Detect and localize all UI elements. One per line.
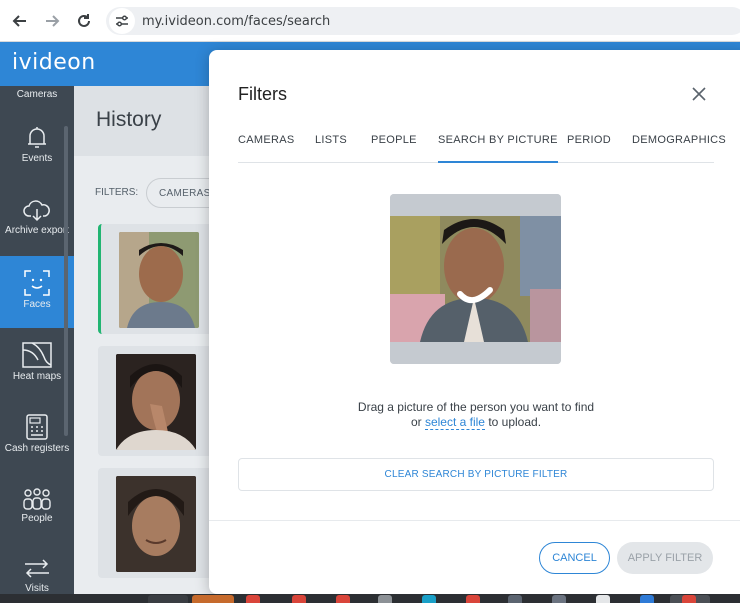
os-taskbar bbox=[0, 594, 740, 603]
select-file-link[interactable]: select a file bbox=[424, 415, 485, 430]
face-thumbnail bbox=[119, 232, 199, 328]
sidebar-item-events[interactable]: Events bbox=[0, 126, 74, 178]
face-card[interactable] bbox=[98, 224, 218, 334]
sidebar-item-archive-export[interactable]: Archive export bbox=[0, 198, 74, 250]
taskbar-app-icon[interactable] bbox=[246, 595, 260, 603]
tab-people[interactable]: PEOPLE bbox=[371, 134, 417, 163]
sidebar-item-label: Visits bbox=[25, 583, 49, 594]
close-icon[interactable] bbox=[687, 82, 711, 106]
tab-search-by-picture[interactable]: SEARCH BY PICTURE bbox=[438, 134, 558, 163]
reload-icon[interactable] bbox=[73, 10, 95, 32]
people-icon bbox=[23, 488, 51, 510]
taskbar-app-icon[interactable] bbox=[422, 595, 436, 603]
visits-arrows-icon bbox=[25, 559, 49, 578]
sidebar-item-label: Faces bbox=[23, 299, 51, 310]
sidebar: Cameras Events Archive export Faces Heat… bbox=[0, 86, 74, 603]
taskbar-app-icon[interactable] bbox=[148, 595, 188, 603]
taskbar-app-icon[interactable] bbox=[596, 595, 610, 603]
taskbar-app-icon[interactable] bbox=[508, 595, 522, 603]
face-card[interactable] bbox=[98, 468, 218, 578]
taskbar-app-icon[interactable] bbox=[552, 595, 566, 603]
face-card[interactable] bbox=[98, 346, 218, 456]
sidebar-item-label: Cameras bbox=[16, 89, 58, 100]
dialog-title: Filters bbox=[238, 84, 287, 104]
browser-toolbar: my.ivideon.com/faces/search bbox=[0, 0, 740, 42]
drag-hint-line-1: Drag a picture of the person you want to… bbox=[357, 400, 595, 414]
face-thumbnail bbox=[116, 354, 196, 450]
taskbar-app-icon[interactable] bbox=[466, 595, 480, 603]
taskbar-app-icon[interactable] bbox=[192, 595, 234, 603]
sidebar-item-faces[interactable]: Faces bbox=[0, 256, 74, 328]
sidebar-item-heat-maps[interactable]: Heat maps bbox=[0, 342, 74, 394]
tab-lists[interactable]: LISTS bbox=[315, 134, 347, 163]
dialog-footer-divider bbox=[209, 520, 740, 521]
tab-period[interactable]: PERIOD bbox=[567, 134, 611, 163]
sidebar-item-cameras[interactable]: Cameras bbox=[0, 86, 74, 106]
bell-icon bbox=[28, 127, 46, 148]
face-scan-icon bbox=[24, 270, 50, 296]
tab-demographics[interactable]: DEMOGRAPHICS bbox=[632, 134, 726, 163]
filter-tabs: CAMERAS LISTS PEOPLE SEARCH BY PICTURE P… bbox=[238, 134, 726, 163]
taskbar-app-icon[interactable] bbox=[336, 595, 350, 603]
url-text: my.ivideon.com/faces/search bbox=[142, 13, 331, 29]
sidebar-item-label: Heat maps bbox=[12, 371, 62, 382]
face-thumbnail bbox=[116, 476, 196, 572]
address-bar[interactable]: my.ivideon.com/faces/search bbox=[106, 7, 740, 35]
sidebar-item-label: Events bbox=[21, 153, 53, 164]
taskbar-app-icon[interactable] bbox=[292, 595, 306, 603]
sidebar-item-label: Cash registers bbox=[4, 443, 70, 454]
heat-map-icon bbox=[22, 342, 52, 368]
site-settings-icon[interactable] bbox=[109, 8, 135, 34]
sidebar-scrollbar[interactable] bbox=[64, 126, 68, 436]
apply-filter-button[interactable]: APPLY FILTER bbox=[617, 542, 713, 574]
filters-dialog: Filters CAMERAS LISTS PEOPLE SEARCH BY P… bbox=[209, 50, 740, 594]
app-logo[interactable]: ivideon bbox=[12, 50, 96, 75]
cash-register-icon bbox=[26, 414, 48, 440]
sidebar-item-people[interactable]: People bbox=[0, 488, 74, 540]
forward-arrow-icon[interactable] bbox=[41, 10, 63, 32]
uploaded-picture[interactable] bbox=[390, 194, 561, 364]
filters-label: FILTERS: bbox=[95, 187, 139, 198]
cloud-download-icon bbox=[23, 200, 50, 222]
page-title: History bbox=[96, 108, 162, 131]
drag-hint-line-2: to upload. bbox=[488, 415, 542, 429]
drag-hint-or: or bbox=[410, 415, 422, 429]
taskbar-app-icon[interactable] bbox=[378, 595, 392, 603]
tab-cameras[interactable]: CAMERAS bbox=[238, 134, 295, 163]
back-arrow-icon[interactable] bbox=[9, 10, 31, 32]
taskbar-app-icon[interactable] bbox=[640, 595, 654, 603]
cancel-button[interactable]: CANCEL bbox=[539, 542, 610, 574]
sidebar-item-label: People bbox=[21, 513, 53, 524]
taskbar-app-icon[interactable] bbox=[682, 595, 696, 603]
drag-drop-hint: Drag a picture of the person you want to… bbox=[238, 400, 714, 430]
sidebar-item-label: Archive export bbox=[5, 225, 69, 236]
sidebar-item-cash-registers[interactable]: Cash registers bbox=[0, 414, 74, 466]
clear-search-by-picture-button[interactable]: CLEAR SEARCH BY PICTURE FILTER bbox=[238, 458, 714, 491]
